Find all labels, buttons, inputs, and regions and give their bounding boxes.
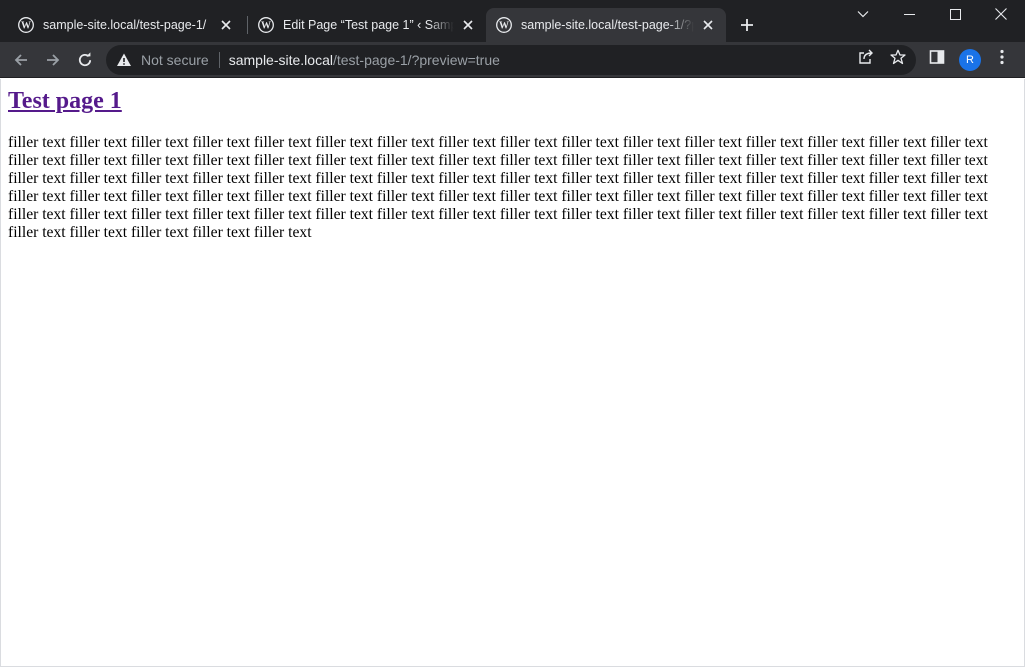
forward-icon: [47, 54, 60, 66]
close-icon[interactable]: [460, 17, 476, 33]
menu-button[interactable]: [992, 47, 1012, 67]
maximize-icon: [949, 8, 961, 20]
back-button[interactable]: [7, 46, 35, 74]
close-icon: [995, 8, 1007, 20]
maximize-button[interactable]: [932, 0, 978, 28]
forward-button[interactable]: [39, 46, 67, 74]
tab-strip: W sample-site.local/test-page-1/ W Edit …: [0, 0, 1025, 42]
page-title-link[interactable]: Test page 1: [8, 88, 122, 115]
bookmark-star-icon: [890, 49, 906, 65]
url-text[interactable]: sample-site.local/test-page-1/?preview=t…: [229, 52, 500, 68]
window-close-button[interactable]: [978, 0, 1024, 28]
close-icon[interactable]: [218, 17, 234, 33]
close-icon[interactable]: [700, 17, 716, 33]
bookmark-button[interactable]: [888, 47, 908, 67]
plus-icon: [741, 19, 753, 31]
menu-kebab-icon: [1000, 49, 1004, 65]
minimize-button[interactable]: [886, 0, 932, 28]
share-icon: [859, 49, 873, 64]
svg-text:W: W: [261, 21, 271, 32]
minimize-icon: [903, 13, 915, 15]
page-viewport: Test page 1 filler text filler text fill…: [0, 79, 1025, 667]
svg-text:W: W: [21, 21, 31, 32]
wordpress-icon: W: [496, 17, 512, 33]
wordpress-icon: W: [258, 17, 274, 33]
back-icon: [14, 54, 27, 66]
chevron-down-icon: [857, 11, 869, 18]
warning-icon[interactable]: [116, 52, 132, 68]
new-tab-button[interactable]: [736, 14, 758, 36]
tab-title: Edit Page “Test page 1” ‹ Sample: [283, 18, 454, 32]
tab-edit-page[interactable]: W Edit Page “Test page 1” ‹ Sample: [248, 8, 486, 42]
page-body-text: filler text filler text filler text fill…: [8, 134, 988, 241]
profile-avatar[interactable]: R: [959, 49, 981, 71]
side-panel-icon: [929, 50, 945, 64]
reload-icon: [78, 52, 92, 67]
reload-button[interactable]: [71, 46, 99, 74]
wordpress-icon: W: [18, 17, 34, 33]
url-host: sample-site.local: [228, 52, 333, 68]
omnibox-divider: [218, 52, 220, 68]
svg-text:W: W: [499, 21, 509, 32]
url-path: /test-page-1/?preview=true: [332, 52, 500, 68]
share-button[interactable]: [856, 47, 876, 67]
browser-toolbar: Not secure sample-site.local/test-page-1…: [0, 42, 1025, 78]
security-label[interactable]: Not secure: [141, 52, 209, 68]
address-bar[interactable]: Not secure sample-site.local/test-page-1…: [106, 45, 916, 75]
tab-search-button[interactable]: [840, 0, 886, 28]
tab-preview-active[interactable]: W sample-site.local/test-page-1/?preview…: [486, 8, 726, 42]
tab-test-page-1[interactable]: W sample-site.local/test-page-1/: [8, 8, 244, 42]
side-panel-button[interactable]: [927, 47, 947, 67]
tab-title: sample-site.local/test-page-1/: [43, 18, 207, 32]
tab-title: sample-site.local/test-page-1/?preview=t…: [521, 18, 694, 32]
